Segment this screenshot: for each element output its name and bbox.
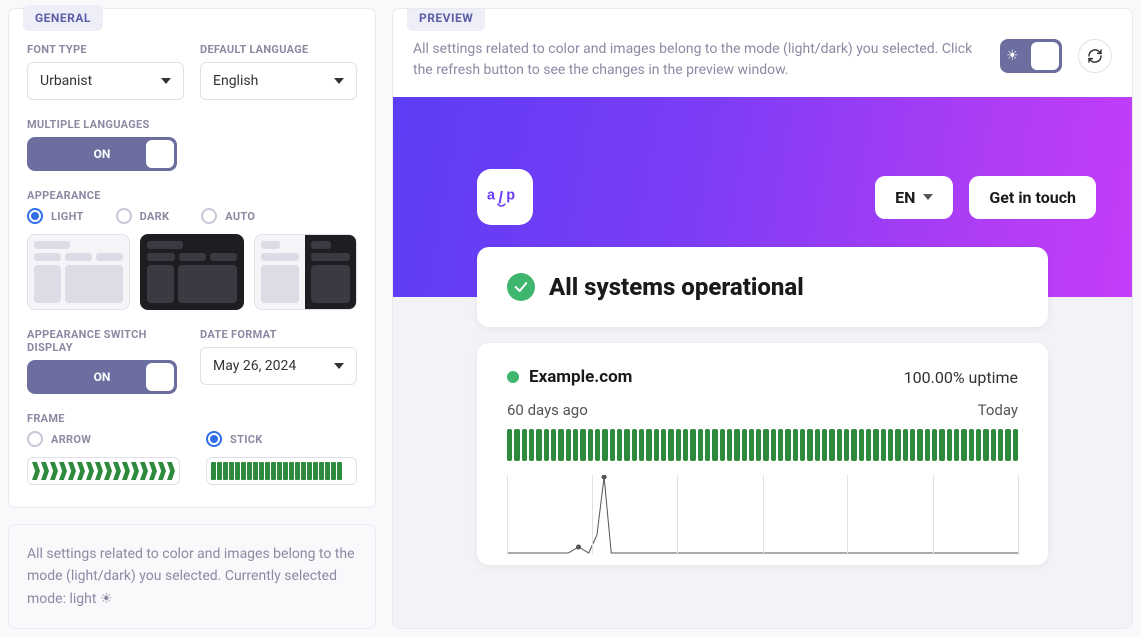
status-dot-icon: [507, 371, 519, 383]
appearance-light-thumb[interactable]: [27, 234, 130, 310]
font-type-select[interactable]: Urbanist: [27, 62, 184, 100]
sun-icon: ☀: [1006, 48, 1019, 64]
default-language-value: English: [213, 73, 258, 89]
monitor-uptime-bar: [507, 429, 1018, 461]
contact-button-label: Get in touch: [989, 188, 1076, 207]
frame-stick-text: STICK: [230, 433, 263, 446]
language-button[interactable]: EN: [875, 176, 953, 219]
appearance-label: APPEARANCE: [27, 189, 357, 202]
status-card: All systems operational: [477, 247, 1048, 327]
preview-note: All settings related to color and images…: [413, 39, 984, 81]
preview-title: PREVIEW: [407, 8, 485, 31]
date-format-label: DATE FORMAT: [200, 328, 357, 341]
mode-note: All settings related to color and images…: [8, 524, 376, 629]
font-type-label: FONT TYPE: [27, 43, 184, 56]
appearance-dark-thumb[interactable]: [140, 234, 243, 310]
chevron-down-icon: [161, 78, 171, 84]
appearance-switch-display-toggle[interactable]: ON: [27, 360, 177, 394]
chevron-down-icon: [334, 78, 344, 84]
appearance-light-radio[interactable]: LIGHT: [27, 208, 84, 224]
frame-arrow-radio[interactable]: ARROW: [27, 431, 180, 447]
frame-stick-preview: [206, 457, 357, 485]
monitor-range-start: 60 days ago: [507, 401, 588, 419]
preview-panel: PREVIEW All settings related to color an…: [392, 8, 1133, 629]
general-panel: GENERAL FONT TYPE Urbanist DEFAULT LANGU…: [8, 8, 376, 508]
frame-stick-radio[interactable]: STICK: [206, 431, 357, 447]
svg-text:a: a: [487, 187, 496, 203]
default-language-label: DEFAULT LANGUAGE: [200, 43, 357, 56]
appearance-light-text: LIGHT: [51, 210, 84, 223]
preview-mode-toggle[interactable]: ☀: [1000, 39, 1062, 73]
appearance-auto-thumb[interactable]: [254, 234, 357, 310]
appearance-dark-text: DARK: [140, 210, 170, 223]
svg-text:/: /: [498, 188, 503, 207]
language-button-label: EN: [895, 188, 915, 207]
chevron-down-icon: [334, 363, 344, 369]
default-language-select[interactable]: English: [200, 62, 357, 100]
preview-canvas: a / p EN Get in touch: [393, 97, 1132, 628]
frame-arrow-preview: [27, 457, 180, 485]
frame-arrow-text: ARROW: [51, 433, 91, 446]
appearance-auto-text: AUTO: [225, 210, 255, 223]
appearance-dark-radio[interactable]: DARK: [116, 208, 170, 224]
monitor-uptime: 100.00% uptime: [904, 368, 1018, 387]
appearance-switch-display-label: APPEARANCE SWITCH DISPLAY: [27, 328, 184, 354]
brand-logo: a / p: [477, 169, 533, 225]
mode-note-text: All settings related to color and images…: [27, 546, 355, 607]
toggle-knob: [146, 363, 174, 391]
toggle-knob: [146, 140, 174, 168]
refresh-button[interactable]: [1078, 39, 1112, 73]
font-type-value: Urbanist: [40, 73, 92, 89]
toggle-knob: [1031, 42, 1059, 70]
monitor-name: Example.com: [529, 367, 632, 387]
general-title: GENERAL: [23, 5, 103, 31]
monitor-range-end: Today: [978, 401, 1018, 419]
monitor-card: Example.com 100.00% uptime 60 days ago T…: [477, 343, 1048, 565]
multiple-languages-toggle[interactable]: ON: [27, 137, 177, 171]
check-icon: [507, 273, 535, 301]
date-format-select[interactable]: May 26, 2024: [200, 347, 357, 385]
status-headline: All systems operational: [549, 273, 804, 301]
frame-label: FRAME: [27, 412, 357, 425]
date-format-value: May 26, 2024: [213, 358, 296, 374]
monitor-sparkline: [507, 475, 1018, 555]
appearance-auto-radio[interactable]: AUTO: [201, 208, 255, 224]
contact-button[interactable]: Get in touch: [969, 176, 1096, 219]
chevron-down-icon: [923, 194, 933, 200]
refresh-icon: [1087, 48, 1103, 64]
brand-logo-icon: a / p: [487, 184, 523, 210]
multiple-languages-label: MULTIPLE LANGUAGES: [27, 118, 357, 131]
svg-text:p: p: [506, 187, 515, 203]
sun-icon: ☀: [100, 591, 113, 607]
